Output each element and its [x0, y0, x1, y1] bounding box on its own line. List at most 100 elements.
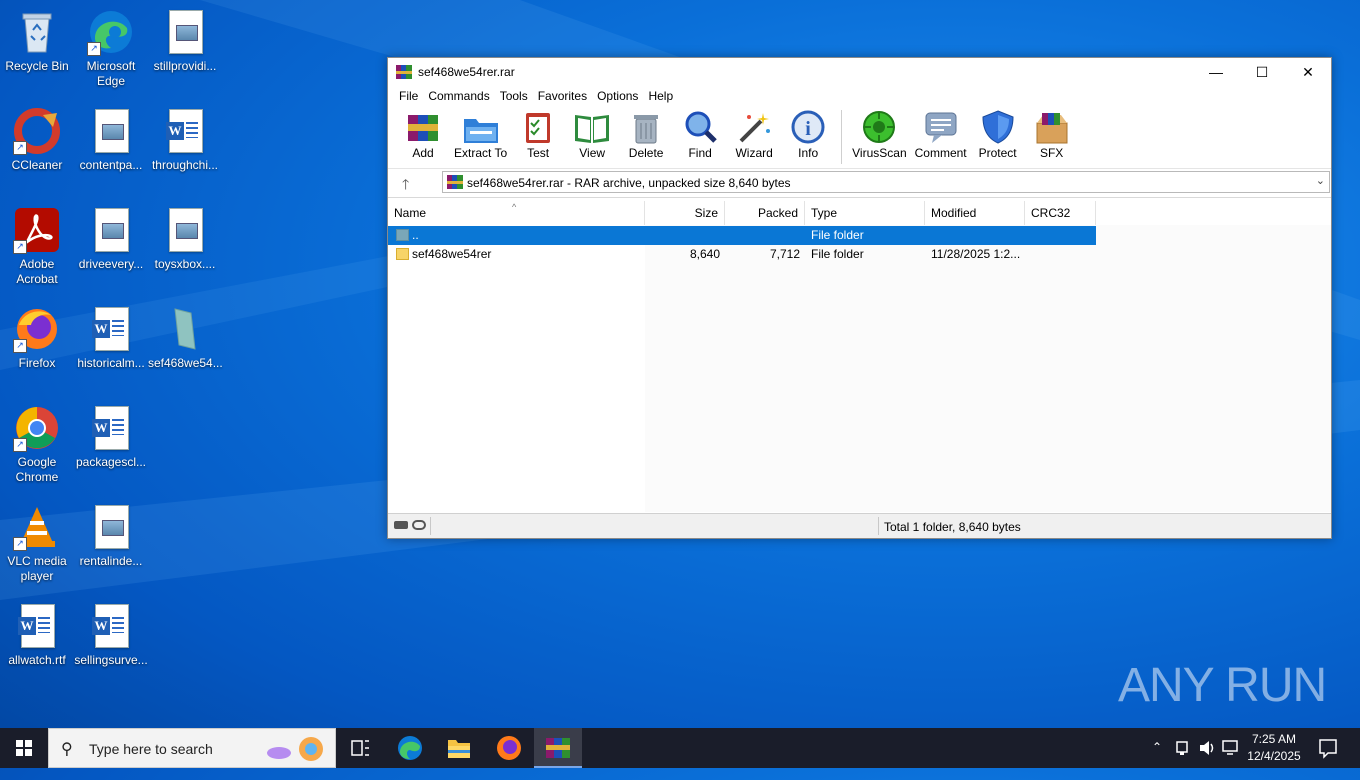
- close-button[interactable]: ✕: [1285, 58, 1331, 86]
- svg-text:i: i: [805, 118, 811, 140]
- desktop-icon-label: stillprovidi...: [153, 59, 217, 73]
- menu-commands[interactable]: Commands: [423, 89, 494, 103]
- key-icon[interactable]: [412, 520, 426, 530]
- desktop-icon-label: sef468we54...: [148, 356, 223, 370]
- desktop-icon-throughchi[interactable]: W throughchi...: [148, 107, 222, 173]
- desktop-icon-label: allwatch.rtf: [8, 653, 66, 667]
- edge-icon: [398, 736, 422, 760]
- shortcut-arrow-icon: ↗: [13, 240, 27, 254]
- title-bar[interactable]: sef468we54rer.rar — ☐ ✕: [388, 58, 1331, 86]
- start-button[interactable]: [0, 728, 48, 768]
- toolbar-label: Extract To: [454, 146, 508, 160]
- desktop-icon-historicalm[interactable]: W historicalm...: [74, 305, 148, 371]
- taskbar-explorer-button[interactable]: [435, 728, 483, 768]
- shortcut-arrow-icon: ↗: [13, 339, 27, 353]
- network-icon[interactable]: [1174, 728, 1192, 768]
- archive-path-text: sef468we54rer.rar - RAR archive, unpacke…: [467, 176, 791, 190]
- shield-icon: [979, 109, 1017, 145]
- desktop-icon-packagescl[interactable]: W packagescl...: [74, 404, 148, 470]
- toolbar-label: SFX: [1039, 146, 1064, 160]
- winrar-window: sef468we54rer.rar — ☐ ✕ File Commands To…: [387, 57, 1332, 539]
- desktop-icon-rentalinde[interactable]: rentalinde...: [74, 503, 148, 569]
- column-header-crc32[interactable]: CRC32: [1025, 201, 1096, 225]
- desktop-icon-firefox[interactable]: ↗ Firefox: [0, 305, 74, 371]
- info-button[interactable]: i Info: [781, 106, 835, 160]
- menu-favorites[interactable]: Favorites: [533, 89, 592, 103]
- edge-icon: ↗: [87, 8, 135, 56]
- test-button[interactable]: Test: [511, 106, 565, 160]
- comment-icon: [922, 109, 960, 145]
- column-header-size[interactable]: Size: [645, 201, 725, 225]
- word-file-icon: W: [87, 305, 135, 353]
- taskbar-search-box[interactable]: ⚲ Type here to search: [48, 728, 336, 768]
- taskbar-clock[interactable]: 7:25 AM 12/4/2025: [1238, 731, 1310, 765]
- image-file-icon: [87, 503, 135, 551]
- add-button[interactable]: Add: [396, 106, 450, 160]
- taskbar-winrar-button[interactable]: [534, 728, 582, 768]
- menu-options[interactable]: Options: [592, 89, 643, 103]
- column-header-packed[interactable]: Packed: [725, 201, 805, 225]
- delete-button[interactable]: Delete: [619, 106, 673, 160]
- row-type: File folder: [811, 228, 864, 242]
- toolbar-label: Test: [527, 146, 550, 160]
- desktop-icon-driveevery[interactable]: driveevery...: [74, 206, 148, 272]
- sfx-button[interactable]: SFX: [1025, 106, 1079, 160]
- desktop-icon-label: Microsoft Edge: [86, 59, 136, 88]
- desktop-icon-contentpa[interactable]: contentpa...: [74, 107, 148, 173]
- column-label: Size: [694, 206, 718, 220]
- task-view-button[interactable]: [336, 728, 384, 768]
- desktop-icon-label: throughchi...: [151, 158, 219, 172]
- desktop-icon-vlc[interactable]: ↗ VLC media player: [0, 503, 74, 584]
- column-header-type[interactable]: Type: [805, 201, 925, 225]
- desktop-icon-sellingsurve[interactable]: W sellingsurve...: [74, 602, 148, 668]
- file-list: Name ^ Size Packed Type Modified CRC32 .…: [388, 201, 1331, 512]
- magnifier-icon: [681, 109, 719, 145]
- extract-to-button[interactable]: Extract To: [450, 106, 511, 160]
- desktop-icon-label: CCleaner: [11, 158, 63, 172]
- folder-file-icon: [161, 305, 209, 353]
- archive-path-dropdown[interactable]: sef468we54rer.rar - RAR archive, unpacke…: [442, 171, 1330, 193]
- desktop-icon-adobe-acrobat[interactable]: ↗ Adobe Acrobat: [0, 206, 74, 287]
- table-row[interactable]: .. File folder: [388, 226, 1096, 245]
- column-header-name[interactable]: Name ^: [388, 201, 645, 225]
- chevron-up-icon[interactable]: ⌃: [1152, 740, 1162, 780]
- desktop-icon-allwatch[interactable]: W allwatch.rtf: [0, 602, 74, 668]
- maximize-button[interactable]: ☐: [1239, 58, 1285, 86]
- drive-icon[interactable]: [394, 521, 408, 529]
- desktop-icon-recycle-bin[interactable]: Recycle Bin: [0, 8, 74, 74]
- desktop-icon-ccleaner[interactable]: ↗ CCleaner: [0, 107, 74, 173]
- desktop-icon-stillprovidi[interactable]: stillprovidi...: [148, 8, 222, 74]
- protect-button[interactable]: Protect: [971, 106, 1025, 160]
- comment-button[interactable]: Comment: [911, 106, 971, 160]
- menu-file[interactable]: File: [394, 89, 423, 103]
- view-button[interactable]: View: [565, 106, 619, 160]
- virusscan-button[interactable]: VirusScan: [848, 106, 910, 160]
- word-file-icon: W: [87, 602, 135, 650]
- column-label: Name: [394, 206, 427, 220]
- display-icon[interactable]: [1220, 728, 1240, 768]
- chrome-icon: ↗: [13, 404, 61, 452]
- column-label: Modified: [931, 206, 977, 220]
- column-header-modified[interactable]: Modified: [925, 201, 1025, 225]
- image-file-icon: [87, 107, 135, 155]
- speaker-icon[interactable]: [1197, 728, 1217, 768]
- menu-tools[interactable]: Tools: [495, 89, 533, 103]
- shortcut-arrow-icon: ↗: [13, 438, 27, 452]
- row-size: 8,640: [689, 247, 720, 261]
- desktop-icon-sef468we54[interactable]: sef468we54...: [148, 305, 223, 371]
- taskbar-edge-button[interactable]: [386, 728, 434, 768]
- taskbar-firefox-button[interactable]: [485, 728, 533, 768]
- desktop-icon-toysxbox[interactable]: toysxbox....: [148, 206, 222, 272]
- menu-help[interactable]: Help: [643, 89, 678, 103]
- notifications-icon[interactable]: [1316, 728, 1340, 768]
- find-button[interactable]: Find: [673, 106, 727, 160]
- desktop-icon-edge[interactable]: ↗ Microsoft Edge: [74, 8, 148, 89]
- image-file-icon: [161, 206, 209, 254]
- chevron-down-icon[interactable]: ⌄: [1316, 174, 1325, 187]
- desktop-icon-google-chrome[interactable]: ↗ Google Chrome: [0, 404, 74, 485]
- up-arrow-icon[interactable]: 🡑: [402, 174, 409, 198]
- table-row[interactable]: sef468we54rer 8,640 7,712 File folder 11…: [388, 245, 1096, 264]
- minimize-button[interactable]: —: [1193, 58, 1239, 86]
- wizard-button[interactable]: Wizard: [727, 106, 781, 160]
- column-label: CRC32: [1031, 206, 1071, 220]
